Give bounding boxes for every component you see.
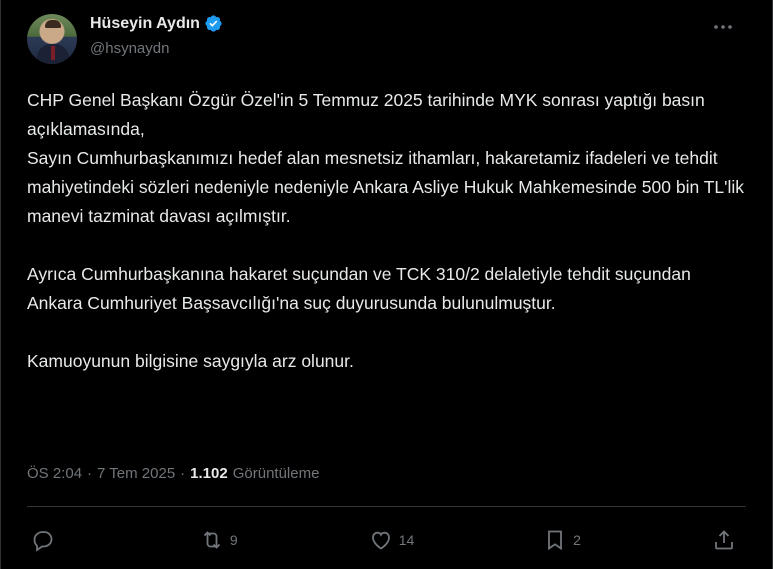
more-options-button[interactable] xyxy=(712,16,734,38)
author-display-name[interactable]: Hüseyin Aydın xyxy=(90,15,200,33)
meta-separator: · xyxy=(87,465,93,482)
more-dots-icon xyxy=(714,25,732,29)
reply-icon xyxy=(33,531,53,552)
tweet-date[interactable]: 7 Tem 2025 xyxy=(97,465,175,482)
tweet-card: Hüseyin Aydın @hsynaydn CHP Genel Başkan… xyxy=(0,0,773,569)
bookmark-button[interactable]: 2 xyxy=(543,528,583,552)
author-handle[interactable]: @hsynaydn xyxy=(90,40,169,57)
avatar-tie xyxy=(51,46,55,60)
reply-button[interactable] xyxy=(31,528,71,552)
views-label[interactable]: Görüntüleme xyxy=(233,465,320,482)
avatar-hair xyxy=(45,20,61,28)
verified-badge-icon xyxy=(205,15,222,32)
share-icon xyxy=(715,530,733,550)
bookmark-count: 2 xyxy=(573,532,581,548)
retweet-icon xyxy=(203,531,220,549)
tweet-time[interactable]: ÖS 2:04 xyxy=(27,465,82,482)
avatar[interactable] xyxy=(27,14,77,64)
like-count: 14 xyxy=(398,532,415,548)
retweet-button[interactable]: 9 xyxy=(200,528,240,552)
like-button[interactable]: 14 xyxy=(369,528,415,552)
share-button[interactable] xyxy=(712,528,736,552)
tweet-text: CHP Genel Başkanı Özgür Özel'in 5 Temmuz… xyxy=(27,90,745,371)
heart-icon xyxy=(371,531,390,550)
views-count[interactable]: 1.102 xyxy=(190,465,228,482)
tweet-meta: ÖS 2:04 · 7 Tem 2025 · 1.102 Görüntüleme xyxy=(27,465,319,482)
action-bar: 9 14 2 xyxy=(31,524,736,556)
meta-separator-2: · xyxy=(180,465,186,482)
bookmark-icon xyxy=(548,530,563,551)
retweet-count: 9 xyxy=(229,532,238,548)
author-name-row[interactable]: Hüseyin Aydın xyxy=(90,14,223,33)
divider xyxy=(27,506,746,507)
